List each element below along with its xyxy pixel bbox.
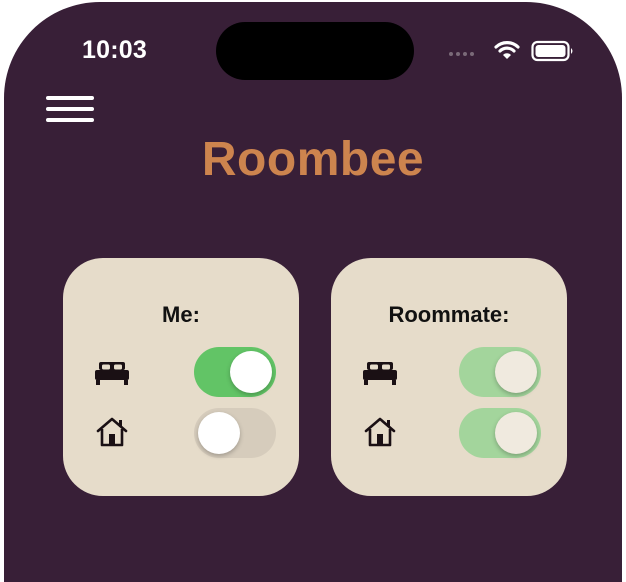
my-status-title: Me: (162, 302, 200, 327)
my-sleep-toggle[interactable] (194, 347, 276, 397)
roommate-home-toggle (459, 408, 541, 458)
bed-icon (363, 362, 397, 385)
battery-icon (531, 40, 573, 62)
status-time: 10:03 (82, 36, 147, 64)
hamburger-menu-icon[interactable] (46, 96, 94, 124)
app-screen: 10:03 Roombee Me: Roommate: (4, 2, 622, 582)
wifi-icon (494, 41, 520, 59)
my-home-toggle[interactable] (194, 408, 276, 458)
app-title: Roombee (201, 133, 425, 186)
cellular-signal-icon (449, 52, 474, 56)
home-icon (364, 417, 396, 447)
roommate-status-card: Roommate: (331, 258, 567, 496)
home-icon (96, 417, 128, 447)
roommate-status-title: Roommate: (388, 302, 510, 327)
roommate-sleep-toggle (459, 347, 541, 397)
dynamic-island (216, 22, 414, 80)
bed-icon (95, 362, 129, 385)
my-status-card: Me: (63, 258, 299, 496)
